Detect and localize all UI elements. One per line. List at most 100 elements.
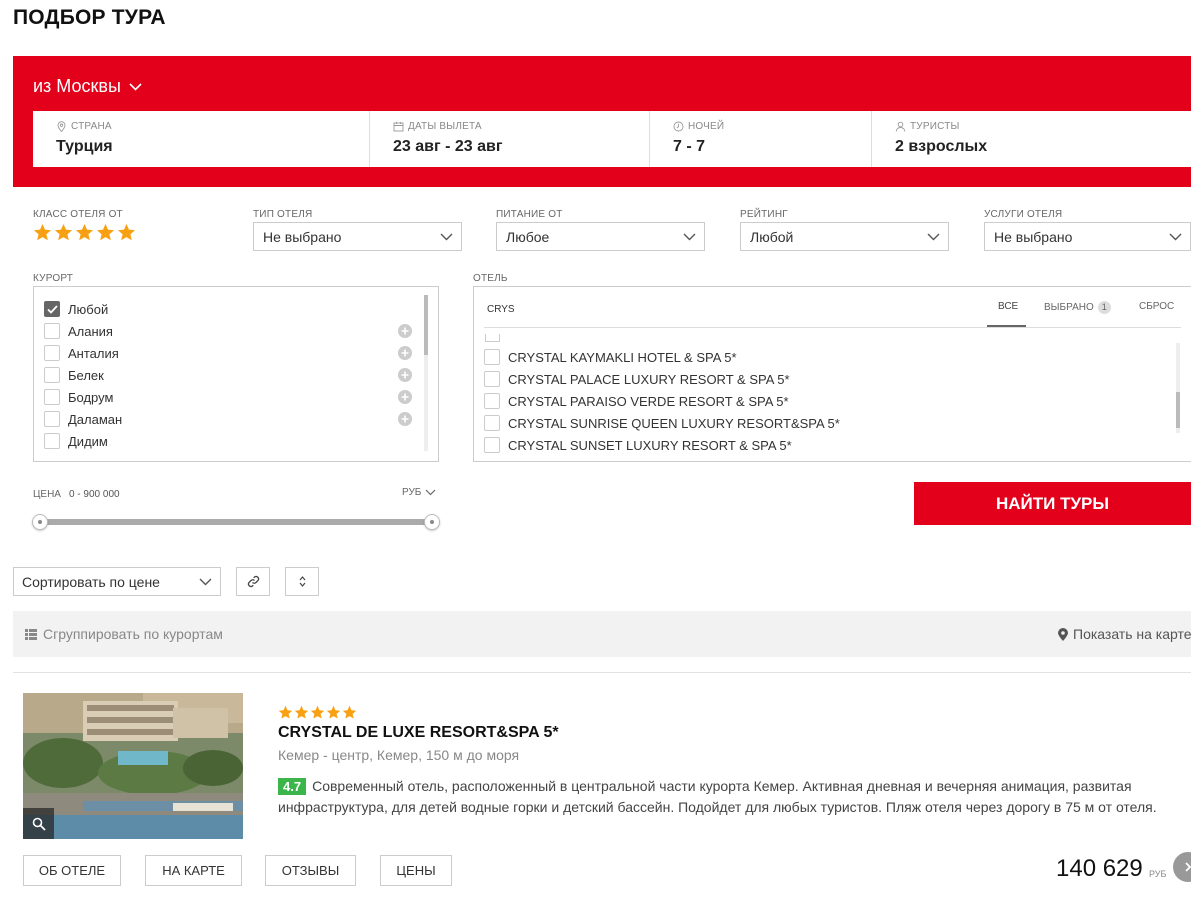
hotel-class-label: КЛАСС ОТЕЛЯ ОТ <box>33 209 123 220</box>
zoom-photo-button[interactable] <box>23 808 54 839</box>
user-icon <box>895 121 906 132</box>
copy-link-button[interactable] <box>236 567 270 596</box>
hotel-scrollbar-thumb[interactable] <box>1176 392 1180 428</box>
price-range-value: 0 - 900 000 <box>68 489 120 500</box>
star-icon[interactable] <box>96 223 115 242</box>
hotel-photo[interactable] <box>23 693 243 839</box>
services-select[interactable]: Не выбрано <box>984 222 1191 251</box>
map-pin-icon <box>1058 627 1068 641</box>
checkbox[interactable] <box>484 437 500 453</box>
star-icon[interactable] <box>54 223 73 242</box>
resort-item[interactable]: Дидим <box>44 432 108 450</box>
chevron-down-icon <box>129 82 142 91</box>
hotel-stars <box>278 705 357 720</box>
sort-arrows-icon <box>299 576 305 587</box>
checkbox[interactable] <box>44 367 60 383</box>
expand-plus-icon[interactable] <box>398 324 412 338</box>
hotel-type-select[interactable]: Не выбрано <box>253 222 462 251</box>
checkbox[interactable] <box>44 433 60 449</box>
resort-item[interactable]: Бодрум <box>44 388 113 406</box>
checkbox[interactable] <box>484 415 500 431</box>
currency-selector[interactable]: РУБ <box>402 487 436 498</box>
star-icon[interactable] <box>75 223 94 242</box>
dates-field[interactable]: ДАТЫ ВЫЛЕТА 23 авг - 23 авг <box>370 111 650 167</box>
rating-label: РЕЙТИНГ <box>740 209 788 220</box>
tourists-label: ТУРИСТЫ <box>910 121 960 132</box>
expand-plus-icon[interactable] <box>398 368 412 382</box>
expand-plus-icon[interactable] <box>398 412 412 426</box>
resort-item[interactable]: Алания <box>44 322 113 340</box>
hotel-search-input[interactable]: CRYS <box>487 304 515 315</box>
tourists-label-row: ТУРИСТЫ <box>895 121 1191 132</box>
resort-item[interactable]: Даламан <box>44 410 122 428</box>
price-slider-track[interactable] <box>40 519 432 525</box>
magnifier-icon <box>32 817 46 831</box>
tab-all[interactable]: ВСЕ <box>998 301 1018 312</box>
price-slider-max-handle[interactable] <box>424 514 440 530</box>
chevron-right-icon <box>1185 862 1191 872</box>
sort-order-button[interactable] <box>285 567 319 596</box>
hotel-item[interactable]: CRYSTAL SUNRISE QUEEN LUXURY RESORT&SPA … <box>484 414 840 432</box>
nights-field[interactable]: НОЧЕЙ 7 - 7 <box>650 111 872 167</box>
hotel-photo-image <box>23 693 243 839</box>
link-icon <box>247 575 259 588</box>
checkbox-partial[interactable] <box>485 334 500 342</box>
chevron-down-icon <box>199 578 212 586</box>
hotel-description: 4.7 Современный отель, расположенный в це… <box>278 776 1191 818</box>
hotel-label: ОТЕЛЬ <box>473 273 508 284</box>
resort-item[interactable]: Анталия <box>44 344 119 362</box>
checkbox[interactable] <box>484 393 500 409</box>
services-label: УСЛУГИ ОТЕЛЯ <box>984 209 1063 220</box>
about-hotel-button[interactable]: ОБ ОТЕЛЕ <box>23 855 121 886</box>
hotel-item-label: CRYSTAL SUNSET LUXURY RESORT & SPA 5* <box>508 437 792 453</box>
checkbox[interactable] <box>44 345 60 361</box>
checkbox-checked[interactable] <box>44 301 60 317</box>
departure-city-selector[interactable]: из Москвы <box>33 76 142 97</box>
hotel-name-link[interactable]: CRYSTAL DE LUXE RESORT&SPA 5* <box>278 724 559 742</box>
sort-select[interactable]: Сортировать по цене <box>13 567 221 596</box>
rating-select[interactable]: Любой <box>740 222 949 251</box>
tourists-field[interactable]: ТУРИСТЫ 2 взрослых <box>872 111 1191 167</box>
expand-plus-icon[interactable] <box>398 390 412 404</box>
country-field[interactable]: СТРАНА Турция <box>33 111 370 167</box>
resort-item[interactable]: Любой <box>44 300 108 318</box>
resort-item[interactable]: Белек <box>44 366 104 384</box>
star-icon <box>310 705 325 719</box>
price-label-row: ЦЕНА 0 - 900 000 <box>33 489 120 500</box>
chevron-down-icon <box>683 233 696 241</box>
resort-item-label: Анталия <box>68 345 119 361</box>
checkbox[interactable] <box>484 371 500 387</box>
reviews-button[interactable]: ОТЗЫВЫ <box>265 855 356 886</box>
checkbox[interactable] <box>44 389 60 405</box>
star-icon[interactable] <box>117 223 136 242</box>
prices-button[interactable]: ЦЕНЫ <box>380 855 452 886</box>
group-by-resort-label: Сгруппировать по курортам <box>43 626 223 642</box>
meal-label: ПИТАНИЕ ОТ <box>496 209 563 220</box>
hotel-item[interactable]: CRYSTAL SUNSET LUXURY RESORT & SPA 5* <box>484 436 792 454</box>
tab-reset[interactable]: СБРОС <box>1139 301 1174 312</box>
tab-selected[interactable]: ВЫБРАНО 1 <box>1044 301 1111 314</box>
hotel-class-stars[interactable] <box>33 223 136 242</box>
price-slider-min-handle[interactable] <box>32 514 48 530</box>
resort-item-label: Алания <box>68 323 113 339</box>
search-fields: СТРАНА Турция ДАТЫ ВЫЛЕТА 23 авг - 23 ав… <box>33 111 1191 167</box>
on-map-button[interactable]: НА КАРТЕ <box>145 855 242 886</box>
checkbox[interactable] <box>44 411 60 427</box>
checkbox[interactable] <box>484 349 500 365</box>
next-button[interactable] <box>1173 852 1191 882</box>
hotel-item[interactable]: CRYSTAL PARAISO VERDE RESORT & SPA 5* <box>484 392 789 410</box>
clock-icon <box>673 121 684 132</box>
checkbox[interactable] <box>44 323 60 339</box>
chevron-down-icon <box>440 233 453 241</box>
expand-plus-icon[interactable] <box>398 346 412 360</box>
show-on-map-link[interactable]: Показать на карте <box>1058 626 1191 642</box>
group-by-resort-link[interactable]: Сгруппировать по курортам <box>25 626 223 642</box>
star-icon[interactable] <box>33 223 52 242</box>
find-tours-button[interactable]: НАЙТИ ТУРЫ <box>914 482 1191 525</box>
hotel-item[interactable]: CRYSTAL KAYMAKLI HOTEL & SPA 5* <box>484 348 737 366</box>
hotel-item[interactable]: CRYSTAL PALACE LUXURY RESORT & SPA 5* <box>484 370 790 388</box>
resort-scrollbar-thumb[interactable] <box>424 295 428 355</box>
meal-select[interactable]: Любое <box>496 222 705 251</box>
selected-count-badge: 1 <box>1097 301 1111 314</box>
currency-label: РУБ <box>402 487 422 498</box>
